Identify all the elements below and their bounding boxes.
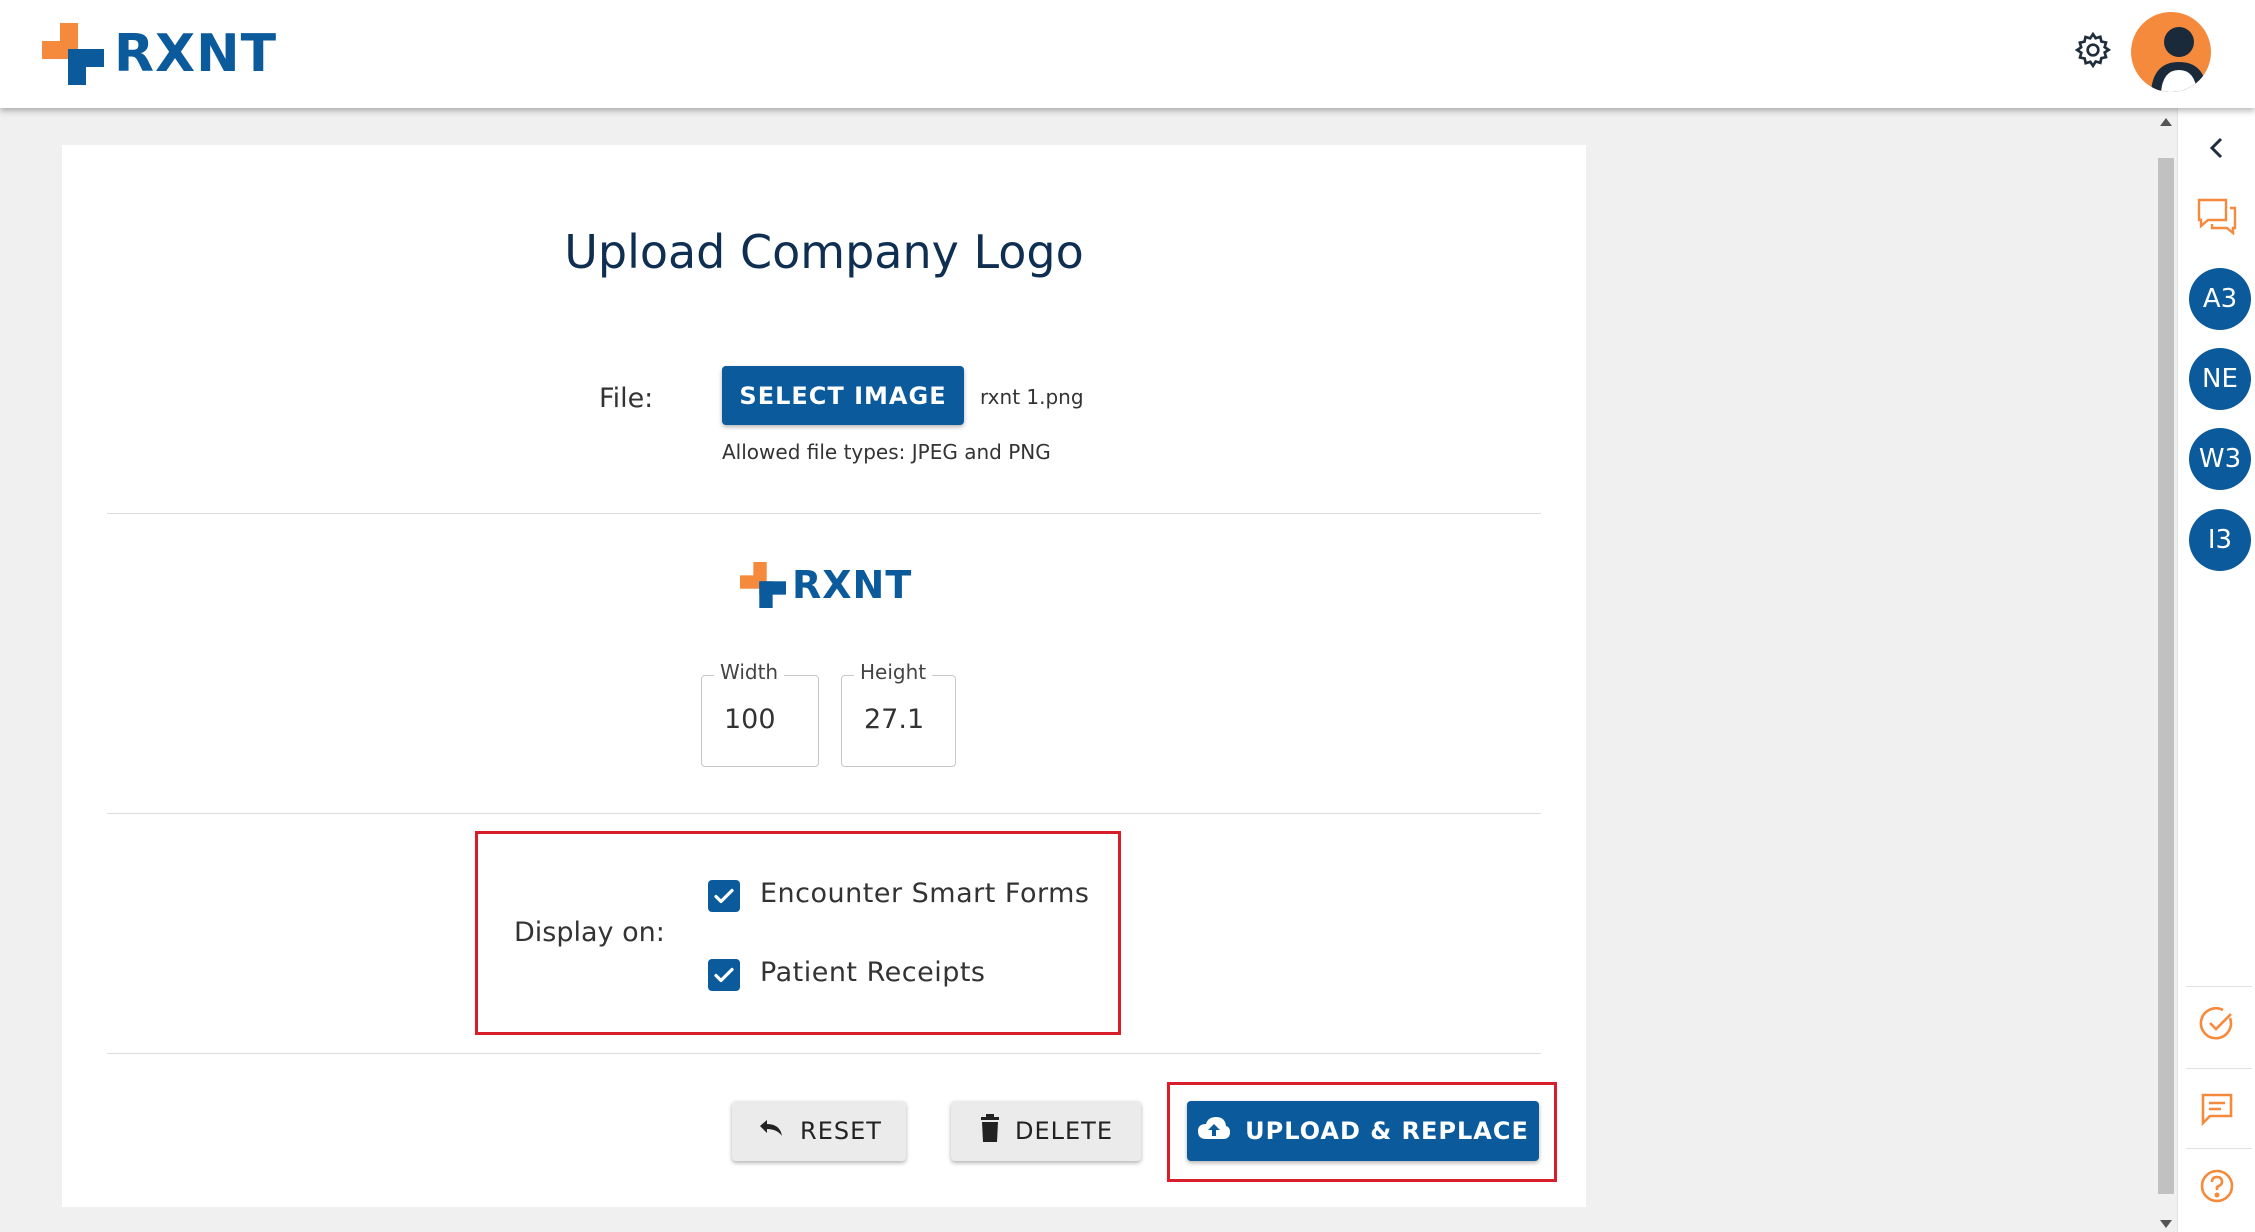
scroll-down-arrow-icon[interactable] bbox=[2160, 1220, 2172, 1228]
preview-brand-name: RXNT bbox=[792, 563, 913, 607]
delete-label: DELETE bbox=[1014, 1117, 1113, 1145]
width-field[interactable]: Width 100 bbox=[701, 660, 819, 767]
upload-replace-button[interactable]: UPLOAD & REPLACE bbox=[1187, 1101, 1539, 1161]
rail-avatar-ne[interactable]: NE bbox=[2189, 348, 2251, 410]
vertical-scrollbar[interactable] bbox=[2155, 108, 2177, 1232]
selected-file-name: rxnt 1.png bbox=[980, 385, 1084, 409]
gear-icon[interactable] bbox=[2073, 30, 2113, 70]
divider bbox=[107, 813, 1541, 814]
rail-avatar-w3[interactable]: W3 bbox=[2189, 428, 2251, 490]
rail-avatar-a3[interactable]: A3 bbox=[2189, 268, 2251, 330]
upload-logo-card: Upload Company Logo File: SELECT IMAGE r… bbox=[62, 145, 1586, 1207]
divider bbox=[107, 513, 1541, 514]
height-label: Height bbox=[854, 660, 933, 684]
encounter-smart-forms-label[interactable]: Encounter Smart Forms bbox=[760, 878, 1089, 909]
patient-receipts-checkbox[interactable] bbox=[708, 959, 740, 991]
chevron-left-icon[interactable] bbox=[2178, 136, 2255, 160]
trash-icon bbox=[979, 1114, 1001, 1148]
delete-button[interactable]: DELETE bbox=[951, 1101, 1141, 1161]
width-value[interactable]: 100 bbox=[724, 704, 776, 735]
user-avatar-icon[interactable] bbox=[2131, 12, 2211, 92]
brand-logo[interactable]: RXNT bbox=[42, 22, 277, 86]
preview-cross-icon bbox=[740, 562, 786, 608]
reset-label: RESET bbox=[800, 1117, 882, 1145]
divider bbox=[107, 1053, 1541, 1054]
encounter-smart-forms-checkbox[interactable] bbox=[708, 880, 740, 912]
rail-divider bbox=[2186, 986, 2252, 987]
app-header: RXNT bbox=[0, 0, 2255, 108]
rail-avatar-i3[interactable]: I3 bbox=[2189, 509, 2251, 571]
brand-name: RXNT bbox=[114, 24, 278, 84]
page-title: Upload Company Logo bbox=[564, 225, 1084, 279]
height-value[interactable]: 27.1 bbox=[864, 704, 924, 735]
chat-bubbles-icon[interactable] bbox=[2178, 196, 2255, 236]
undo-icon bbox=[756, 1116, 786, 1146]
brand-cross-icon bbox=[42, 23, 104, 85]
height-field[interactable]: Height 27.1 bbox=[841, 660, 956, 767]
cloud-upload-icon bbox=[1197, 1116, 1231, 1146]
logo-preview: RXNT bbox=[740, 561, 912, 609]
rail-divider bbox=[2186, 1068, 2252, 1069]
scroll-up-arrow-icon[interactable] bbox=[2160, 118, 2172, 126]
help-icon[interactable] bbox=[2178, 1168, 2255, 1204]
rail-divider bbox=[2186, 1148, 2252, 1149]
upload-replace-label: UPLOAD & REPLACE bbox=[1245, 1117, 1529, 1145]
right-rail: A3 NE W3 I3 bbox=[2177, 108, 2255, 1232]
display-on-label: Display on: bbox=[514, 917, 665, 948]
width-label: Width bbox=[714, 660, 785, 684]
check-circle-icon[interactable] bbox=[2178, 1006, 2255, 1042]
patient-receipts-label[interactable]: Patient Receipts bbox=[760, 957, 986, 988]
file-label: File: bbox=[599, 383, 654, 414]
allowed-file-types-hint: Allowed file types: JPEG and PNG bbox=[722, 440, 1051, 464]
reset-button[interactable]: RESET bbox=[732, 1101, 906, 1161]
select-image-button[interactable]: SELECT IMAGE bbox=[722, 366, 964, 425]
scroll-thumb[interactable] bbox=[2158, 158, 2174, 1194]
message-icon[interactable] bbox=[2178, 1092, 2255, 1126]
